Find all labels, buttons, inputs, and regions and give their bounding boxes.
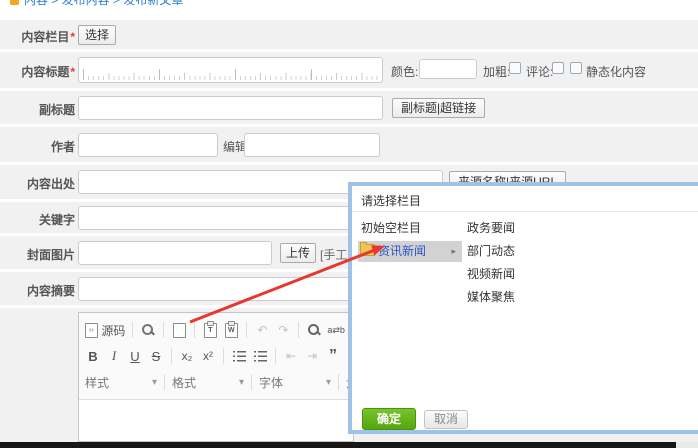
content-column-label: 内容栏目 bbox=[21, 30, 69, 44]
font-dropdown[interactable]: 字体▾ bbox=[259, 374, 331, 391]
bottom-edge-bar-end bbox=[676, 442, 698, 448]
source-code-label: 源码 bbox=[101, 322, 125, 339]
numbered-list-icon[interactable] bbox=[231, 347, 247, 365]
paste-text-icon[interactable]: T bbox=[202, 321, 218, 339]
toolbar-separator bbox=[163, 322, 164, 338]
blockquote-icon[interactable]: ” bbox=[325, 347, 341, 365]
strikethrough-icon[interactable]: S bbox=[148, 347, 164, 365]
paste-from-word-icon[interactable]: W bbox=[223, 321, 239, 339]
bottom-edge-bar bbox=[0, 442, 676, 448]
dialog-title-divider bbox=[352, 211, 698, 212]
redo-icon[interactable]: ↷ bbox=[275, 321, 291, 339]
find-icon[interactable] bbox=[306, 321, 322, 339]
content-title-input[interactable] bbox=[78, 57, 383, 83]
undo-icon[interactable]: ↶ bbox=[254, 321, 270, 339]
bold-icon[interactable]: B bbox=[85, 347, 101, 365]
comment-label: 评论: bbox=[526, 63, 553, 80]
row-author: 作者 编辑: bbox=[0, 127, 698, 162]
toolbar-separator bbox=[275, 348, 276, 364]
cover-image-label: 封面图片 bbox=[0, 246, 75, 263]
tree-child-item[interactable]: 部门动态 bbox=[467, 241, 557, 262]
toolbar-separator bbox=[194, 322, 195, 338]
summary-label: 内容摘要 bbox=[0, 282, 75, 299]
title-color-input[interactable] bbox=[419, 59, 477, 79]
subtitle-input[interactable] bbox=[78, 96, 383, 120]
required-mark: * bbox=[70, 30, 75, 44]
static-content-label: 静态化内容 bbox=[586, 63, 646, 80]
template-icon[interactable] bbox=[171, 321, 187, 339]
format-dropdown[interactable]: 格式▾ bbox=[172, 374, 244, 391]
source-code-icon[interactable]: ‹› 源码 bbox=[85, 321, 125, 339]
row-subtitle: 副标题 副标题|超链接 bbox=[0, 91, 698, 124]
chevron-down-icon: ▾ bbox=[239, 377, 244, 388]
breadcrumb-links[interactable]: 内容 > 发布内容 > 发布新文章 bbox=[10, 0, 183, 9]
indent-icon[interactable]: ⇥ bbox=[304, 347, 320, 365]
breadcrumb-text[interactable]: 内容 > 发布内容 > 发布新文章 bbox=[24, 0, 183, 7]
bold-checkbox[interactable] bbox=[509, 62, 521, 74]
toolbar-separator bbox=[338, 374, 339, 390]
bold-label: 加粗: bbox=[483, 63, 510, 80]
cancel-button[interactable]: 取消 bbox=[424, 410, 468, 429]
tree-child-item[interactable]: 视频新闻 bbox=[467, 264, 557, 285]
select-column-button[interactable]: 选择 bbox=[78, 25, 116, 45]
editor-input[interactable] bbox=[244, 133, 380, 157]
static-content-checkbox[interactable] bbox=[570, 62, 582, 74]
toolbar-separator bbox=[223, 348, 224, 364]
expand-arrow-icon: ▸ bbox=[451, 241, 456, 262]
bulleted-list-icon[interactable] bbox=[252, 347, 268, 365]
breadcrumb-icon bbox=[10, 0, 19, 5]
keywords-label: 关键字 bbox=[0, 211, 75, 228]
upload-button[interactable]: 上传 bbox=[280, 243, 316, 263]
row-content-title: 内容标题* 颜色: 加粗: 评论: 静态化内容 bbox=[0, 52, 698, 88]
rich-text-editor: ‹› 源码 T W ↶ ↷ a⇄b ≡ B I U bbox=[78, 312, 354, 442]
select-column-dialog: 请选择栏目 初始空栏目 资讯新闻 ▸ 政务要闻 部门动态 视频新闻 媒体聚焦 确… bbox=[348, 182, 698, 434]
comment-checkbox[interactable] bbox=[552, 62, 564, 74]
row-content-column: 内容栏目* 选择 bbox=[0, 20, 698, 49]
publish-article-page: 内容 > 发布内容 > 发布新文章 内容栏目* 选择 内容标题* 颜色: 加粗:… bbox=[0, 0, 698, 448]
outdent-icon[interactable]: ⇤ bbox=[283, 347, 299, 365]
color-label: 颜色: bbox=[391, 63, 418, 80]
toolbar-separator bbox=[298, 322, 299, 338]
tree-child-item[interactable]: 媒体聚焦 bbox=[467, 287, 557, 308]
editor-toolbar: ‹› 源码 T W ↶ ↷ a⇄b ≡ B I U bbox=[79, 313, 353, 400]
chevron-down-icon: ▾ bbox=[326, 377, 331, 388]
editor-content-area[interactable] bbox=[79, 400, 353, 441]
toolbar-separator bbox=[246, 322, 247, 338]
breadcrumb: 内容 > 发布内容 > 发布新文章 bbox=[0, 0, 698, 9]
superscript-icon[interactable]: x² bbox=[200, 347, 216, 365]
author-label: 作者 bbox=[0, 138, 75, 155]
ok-button[interactable]: 确定 bbox=[362, 408, 416, 430]
dialog-title: 请选择栏目 bbox=[361, 192, 421, 209]
content-source-label: 内容出处 bbox=[0, 175, 75, 192]
chevron-down-icon: ▾ bbox=[152, 377, 157, 388]
subscript-icon[interactable]: x₂ bbox=[179, 347, 195, 365]
tree-item-root[interactable]: 初始空栏目 bbox=[361, 218, 459, 239]
underline-icon[interactable]: U bbox=[127, 347, 143, 365]
folder-icon bbox=[360, 244, 375, 256]
replace-icon[interactable]: a⇄b bbox=[327, 321, 345, 339]
title-length-ruler bbox=[83, 69, 378, 80]
toolbar-separator bbox=[164, 374, 165, 390]
toolbar-separator bbox=[171, 348, 172, 364]
styles-dropdown[interactable]: 样式▾ bbox=[85, 374, 157, 391]
subtitle-label: 副标题 bbox=[0, 101, 75, 118]
italic-icon[interactable]: I bbox=[106, 347, 122, 365]
preview-icon[interactable] bbox=[140, 321, 156, 339]
tree-item-selected[interactable]: 资讯新闻 ▸ bbox=[358, 241, 462, 262]
required-mark: * bbox=[70, 65, 75, 79]
toolbar-separator bbox=[132, 322, 133, 338]
author-input[interactable] bbox=[78, 133, 218, 157]
subtitle-hyperlink-button[interactable]: 副标题|超链接 bbox=[392, 98, 485, 118]
content-title-label: 内容标题 bbox=[21, 65, 69, 79]
tree-child-item[interactable]: 政务要闻 bbox=[467, 218, 557, 239]
cover-image-input[interactable] bbox=[78, 241, 272, 265]
toolbar-separator bbox=[251, 374, 252, 390]
